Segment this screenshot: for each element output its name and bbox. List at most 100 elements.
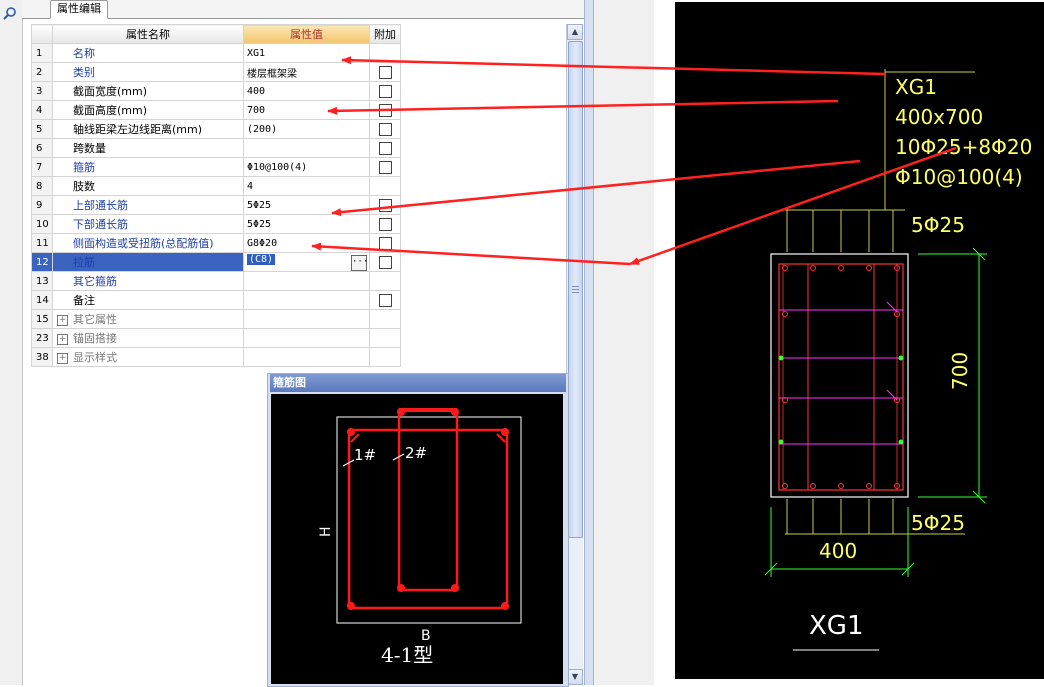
extra-cell[interactable] (369, 62, 401, 82)
property-name[interactable]: 侧面构造或受扭筋(总配筋值) (52, 233, 244, 253)
group-value-cell (243, 347, 370, 367)
property-name[interactable]: 上部通长筋 (52, 195, 244, 215)
property-value-cell[interactable]: 700 (243, 100, 370, 120)
extra-checkbox[interactable] (378, 103, 392, 117)
value-text: 700 (247, 104, 266, 116)
row-number: 11 (31, 233, 53, 253)
property-name[interactable]: 类别 (52, 62, 244, 82)
group-name-cell[interactable]: + 显示样式 (52, 347, 244, 367)
property-value-cell[interactable]: G8Φ20 (243, 233, 370, 253)
table-row[interactable]: 5 轴线距梁左边线距离(mm) (200) (31, 119, 401, 139)
search-icon[interactable] (2, 6, 18, 22)
table-row[interactable]: 14 备注 (31, 290, 401, 310)
ellipsis-button[interactable]: ··· (351, 254, 368, 271)
expand-plus-icon[interactable]: + (57, 314, 68, 326)
value-column-header[interactable]: 属性值 (243, 24, 370, 44)
extra-cell[interactable] (369, 119, 401, 139)
property-name[interactable]: 箍筋 (52, 157, 244, 177)
extra-cell[interactable] (369, 81, 401, 101)
group-row[interactable]: 15 + 其它属性 (31, 309, 401, 329)
table-row[interactable]: 1 名称 XG1 (31, 43, 401, 63)
table-row[interactable]: 3 截面宽度(mm) 400 (31, 81, 401, 101)
property-value-cell[interactable]: Φ10@100(4) (243, 157, 370, 177)
group-name-cell[interactable]: + 其它属性 (52, 309, 244, 329)
extra-checkbox[interactable] (378, 160, 392, 174)
group-row[interactable]: 38 + 显示样式 (31, 347, 401, 367)
property-value-cell[interactable]: XG1 (243, 43, 370, 63)
property-value-cell[interactable]: 5Φ25 (243, 214, 370, 234)
extra-checkbox[interactable] (378, 255, 392, 269)
row-number: 1 (31, 43, 53, 63)
value-text: XG1 (247, 47, 266, 59)
property-value-cell[interactable] (243, 138, 370, 158)
table-row[interactable]: 8 肢数 4 (31, 176, 401, 196)
scroll-up-icon[interactable]: ▲ (567, 24, 583, 40)
property-name[interactable]: 跨数量 (52, 138, 244, 158)
property-name[interactable]: 轴线距梁左边线距离(mm) (52, 119, 244, 139)
extra-checkbox[interactable] (378, 122, 392, 136)
group-name-cell[interactable]: + 锚固搭接 (52, 328, 244, 348)
expand-plus-icon[interactable]: + (57, 352, 68, 364)
table-row[interactable]: 12 拉筋 (C8) ··· (31, 252, 401, 272)
panel-splitter[interactable] (584, 0, 594, 685)
property-name[interactable]: 截面高度(mm) (52, 100, 244, 120)
stirrup-window-title: 箍筋图 (270, 374, 566, 392)
property-name[interactable]: 名称 (52, 43, 244, 63)
extra-cell[interactable] (369, 100, 401, 120)
table-row[interactable]: 9 上部通长筋 5Φ25 (31, 195, 401, 215)
corner-header (31, 24, 53, 44)
extra-cell[interactable] (369, 290, 401, 310)
table-row[interactable]: 7 箍筋 Φ10@100(4) (31, 157, 401, 177)
extra-checkbox[interactable] (378, 217, 392, 231)
extra-checkbox[interactable] (378, 141, 392, 155)
cad-stirrup: Φ10@100(4) (895, 165, 1023, 189)
extra-checkbox[interactable] (378, 236, 392, 250)
scroll-thumb[interactable] (568, 41, 583, 538)
property-value-cell[interactable]: 400 (243, 81, 370, 101)
extra-cell[interactable] (369, 138, 401, 158)
row-number: 12 (31, 252, 53, 272)
group-value-cell (243, 309, 370, 329)
property-name[interactable]: 下部通长筋 (52, 214, 244, 234)
tab-property-edit[interactable]: 属性编辑 (50, 0, 108, 19)
table-row[interactable]: 4 截面高度(mm) 700 (31, 100, 401, 120)
property-value-cell[interactable]: 5Φ25 (243, 195, 370, 215)
table-row[interactable]: 11 侧面构造或受扭筋(总配筋值) G8Φ20 (31, 233, 401, 253)
extra-cell[interactable] (369, 214, 401, 234)
table-row[interactable]: 13 其它箍筋 (31, 271, 401, 291)
expand-plus-icon[interactable]: + (57, 333, 68, 345)
property-value-cell[interactable]: 楼层框架梁 (243, 62, 370, 82)
name-column-header[interactable]: 属性名称 (52, 24, 244, 44)
property-value-cell[interactable]: (200) (243, 119, 370, 139)
extra-checkbox[interactable] (378, 293, 392, 307)
extra-checkbox[interactable] (378, 198, 392, 212)
property-value-cell[interactable]: 4 (243, 176, 370, 196)
property-name[interactable]: 肢数 (52, 176, 244, 196)
group-row[interactable]: 23 + 锚固搭接 (31, 328, 401, 348)
scroll-down-icon[interactable]: ▼ (567, 669, 583, 685)
row-number: 15 (31, 309, 53, 329)
cad-beam-name: XG1 (895, 75, 937, 99)
extra-cell[interactable] (369, 195, 401, 215)
cad-height-dimension: 700 (948, 352, 972, 390)
extra-cell[interactable] (369, 252, 401, 272)
property-name[interactable]: 拉筋 (52, 252, 244, 272)
property-value-cell[interactable] (243, 271, 370, 291)
property-name[interactable]: 其它箍筋 (52, 271, 244, 291)
extra-cell[interactable] (369, 233, 401, 253)
extra-checkbox[interactable] (378, 84, 392, 98)
property-value-cell[interactable]: (C8) ··· (243, 252, 370, 272)
extra-checkbox[interactable] (378, 65, 392, 79)
extra-cell[interactable] (369, 157, 401, 177)
table-row[interactable]: 2 类别 楼层框架梁 (31, 62, 401, 82)
property-value-cell[interactable] (243, 290, 370, 310)
table-row[interactable]: 10 下部通长筋 5Φ25 (31, 214, 401, 234)
property-name[interactable]: 备注 (52, 290, 244, 310)
stirrup-diagram-window: 箍筋图 1# 2# H B 4-1型 (267, 373, 569, 687)
left-toolbar (0, 0, 23, 685)
property-name[interactable]: 截面宽度(mm) (52, 81, 244, 101)
row-number: 10 (31, 214, 53, 234)
table-row[interactable]: 6 跨数量 (31, 138, 401, 158)
extra-column-header[interactable]: 附加 (369, 24, 401, 44)
value-edit-box[interactable]: (C8) (247, 253, 276, 265)
